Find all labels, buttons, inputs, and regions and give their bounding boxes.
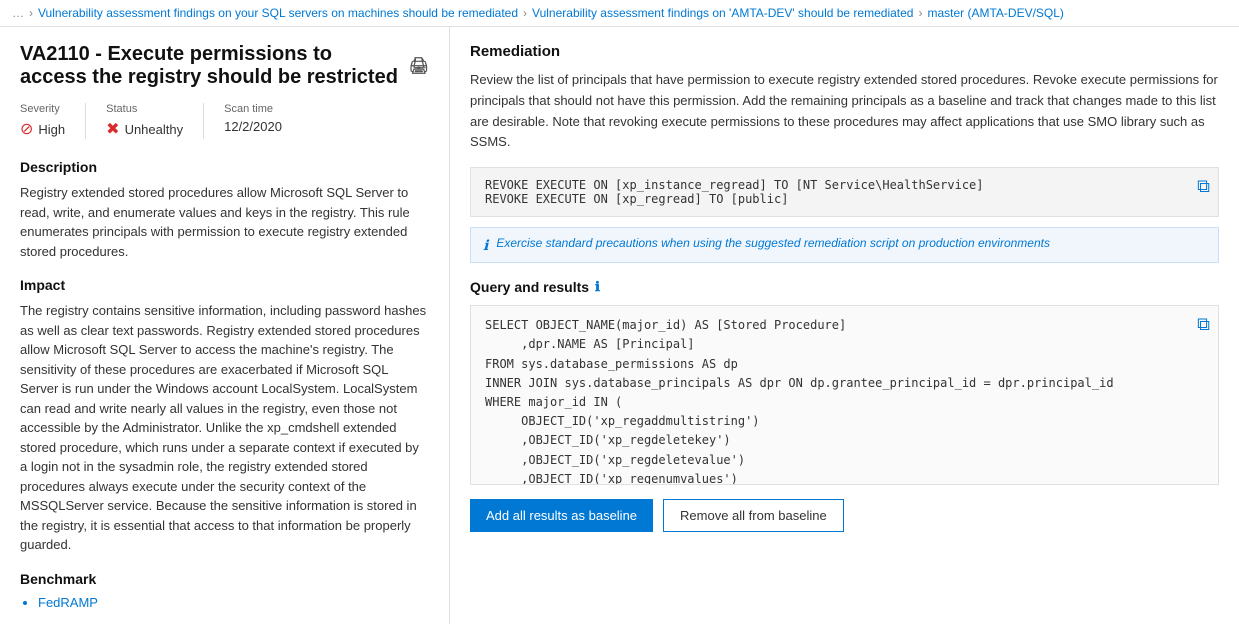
query-copy-icon[interactable]: ⧉ xyxy=(1197,314,1210,335)
status-meta: Status ✖ Unhealthy xyxy=(106,103,203,139)
query-line-5: WHERE major_id IN ( xyxy=(485,393,1204,412)
query-line-2: ,dpr.NAME AS [Principal] xyxy=(485,335,1204,354)
scantime-label: Scan time xyxy=(224,103,282,115)
meta-row: Severity ⊘ High Status ✖ Unhealthy Scan … xyxy=(20,103,429,139)
description-text: Registry extended stored procedures allo… xyxy=(20,183,429,261)
remediation-code-block: REVOKE EXECUTE ON [xp_instance_regread] … xyxy=(470,167,1219,217)
right-pane: Remediation Review the list of principal… xyxy=(450,27,1239,624)
query-line-6: OBJECT_ID('xp_regaddmultistring') xyxy=(485,412,1204,431)
query-line-8: ,OBJECT_ID('xp_regdeletevalue') xyxy=(485,451,1204,470)
impact-text: The registry contains sensitive informat… xyxy=(20,301,429,555)
info-text: Exercise standard precautions when using… xyxy=(496,236,1050,250)
remediation-title: Remediation xyxy=(470,43,1219,60)
breadcrumb: … › Vulnerability assessment findings on… xyxy=(0,0,1239,27)
status-label: Status xyxy=(106,103,183,115)
meta-divider-1 xyxy=(85,103,86,139)
severity-label: Severity xyxy=(20,103,65,115)
breadcrumb-dots: … xyxy=(12,6,24,20)
remediation-code-line-2: REVOKE EXECUTE ON [xp_regread] TO [publi… xyxy=(485,192,1204,206)
query-line-4: INNER JOIN sys.database_principals AS dp… xyxy=(485,374,1204,393)
remediation-text: Review the list of principals that have … xyxy=(470,70,1219,153)
impact-title: Impact xyxy=(20,277,429,293)
query-line-7: ,OBJECT_ID('xp_regdeletekey') xyxy=(485,431,1204,450)
severity-icon: ⊘ xyxy=(20,119,33,139)
button-row: Add all results as baseline Remove all f… xyxy=(470,499,1219,532)
left-pane: VA2110 - Execute permissions to access t… xyxy=(0,27,450,624)
benchmark-list: FedRAMP xyxy=(38,595,429,610)
query-info-icon: ℹ xyxy=(595,279,600,295)
query-line-1: SELECT OBJECT_NAME(major_id) AS [Stored … xyxy=(485,316,1204,335)
remediation-copy-icon[interactable]: ⧉ xyxy=(1197,176,1210,197)
query-title: Query and results ℹ xyxy=(470,279,1219,295)
add-baseline-button[interactable]: Add all results as baseline xyxy=(470,499,653,532)
status-value: ✖ Unhealthy xyxy=(106,119,183,139)
query-line-9: ,OBJECT_ID('xp_regenumvalues') xyxy=(485,470,1204,486)
severity-value: ⊘ High xyxy=(20,119,65,139)
breadcrumb-item-2[interactable]: Vulnerability assessment findings on 'AM… xyxy=(532,6,913,20)
status-icon: ✖ xyxy=(106,119,119,139)
scantime-meta: Scan time 12/2/2020 xyxy=(224,103,302,139)
page-title: VA2110 - Execute permissions to access t… xyxy=(20,43,429,89)
scantime-value: 12/2/2020 xyxy=(224,119,282,134)
description-title: Description xyxy=(20,159,429,175)
meta-divider-2 xyxy=(203,103,204,139)
query-line-3: FROM sys.database_permissions AS dp xyxy=(485,355,1204,374)
query-code-block: SELECT OBJECT_NAME(major_id) AS [Stored … xyxy=(470,305,1219,485)
remediation-code-line-1: REVOKE EXECUTE ON [xp_instance_regread] … xyxy=(485,178,1204,192)
info-banner: ℹ Exercise standard precautions when usi… xyxy=(470,227,1219,263)
benchmark-item-fedramp[interactable]: FedRAMP xyxy=(38,595,429,610)
severity-meta: Severity ⊘ High xyxy=(20,103,85,139)
benchmark-title: Benchmark xyxy=(20,571,429,587)
remove-baseline-button[interactable]: Remove all from baseline xyxy=(663,499,844,532)
breadcrumb-item-1[interactable]: Vulnerability assessment findings on you… xyxy=(38,6,518,20)
print-icon[interactable]: 🖨 xyxy=(409,56,429,76)
breadcrumb-item-3[interactable]: master (AMTA-DEV/SQL) xyxy=(927,6,1063,20)
info-icon: ℹ xyxy=(483,237,488,254)
